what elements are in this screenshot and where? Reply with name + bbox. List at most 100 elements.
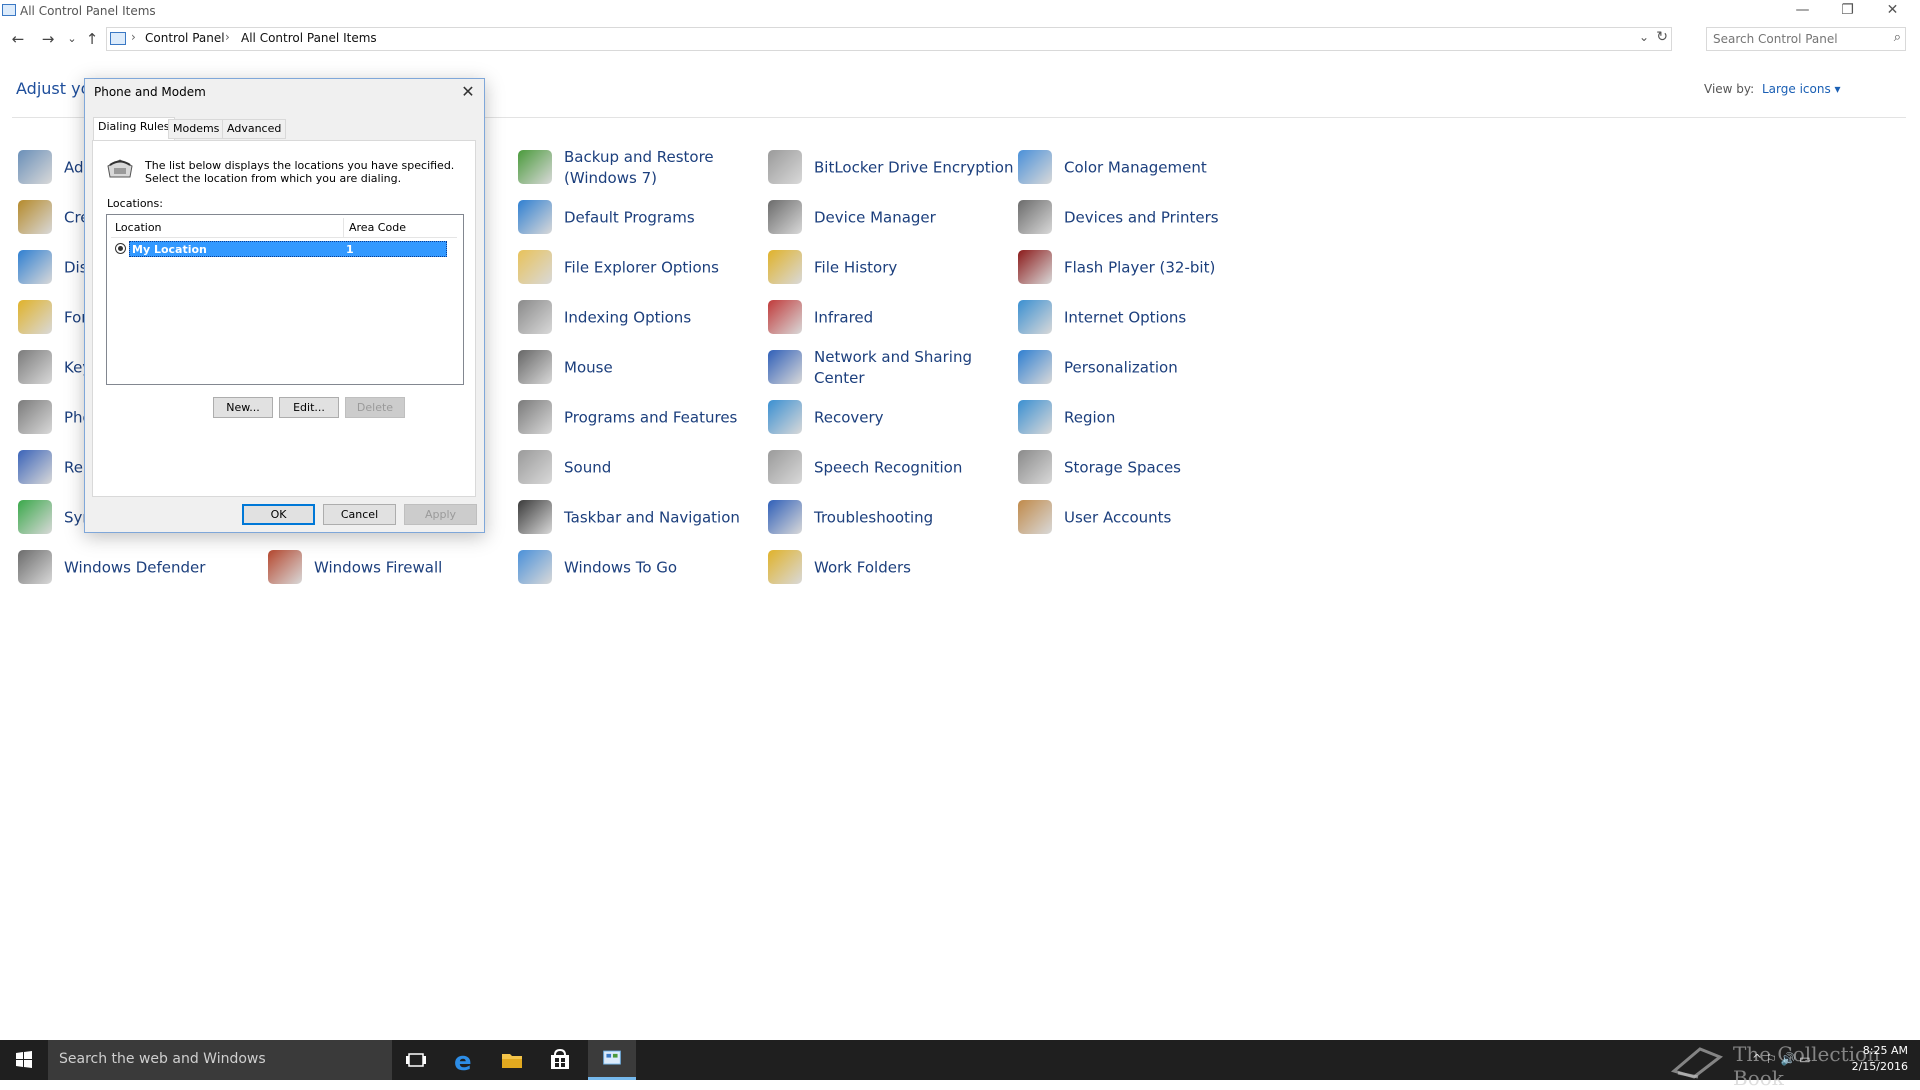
user-accounts-icon — [1018, 500, 1052, 534]
store-icon[interactable] — [536, 1040, 584, 1080]
item-windows-to-go[interactable]: Windows To Go — [518, 545, 763, 591]
item-user-accounts[interactable]: User Accounts — [1018, 495, 1263, 541]
item-label: Flash Player (32-bit) — [1064, 258, 1216, 277]
item-troubleshooting[interactable]: Troubleshooting — [768, 495, 1013, 541]
item-windows-firewall[interactable]: Windows Firewall — [268, 545, 513, 591]
recovery-icon — [768, 400, 802, 434]
restore-button[interactable]: ❐ — [1825, 0, 1870, 22]
svg-text:e: e — [454, 1047, 472, 1077]
item-windows-defender[interactable]: Windows Defender — [18, 545, 263, 591]
taskbar-search-box[interactable]: Search the web and Windows — [48, 1040, 392, 1080]
item-speech-recognition[interactable]: Speech Recognition — [768, 445, 1013, 491]
tab-modems[interactable]: Modems — [168, 119, 225, 139]
item-label: Device Manager — [814, 208, 936, 227]
close-button[interactable]: ✕ — [1870, 0, 1915, 22]
address-dropdown-icon[interactable]: ⌄ — [1639, 30, 1649, 44]
pho-icon — [18, 400, 52, 434]
edit-location-button[interactable]: Edit... — [279, 397, 339, 418]
item-label: Indexing Options — [564, 308, 692, 327]
recent-locations-button[interactable]: ⌄ — [62, 29, 82, 49]
up-button[interactable]: ↑ — [82, 29, 102, 49]
item-recovery[interactable]: Recovery — [768, 395, 1013, 441]
edge-browser-icon[interactable]: e — [440, 1040, 488, 1080]
breadcrumb-separator: › — [225, 30, 230, 44]
column-area-code[interactable]: Area Code — [349, 221, 406, 234]
breadcrumb-all-items[interactable]: All Control Panel Items — [241, 31, 377, 45]
item-label: Windows Firewall — [314, 558, 443, 577]
item-infrared[interactable]: Infrared — [768, 295, 1013, 341]
search-input[interactable] — [1707, 28, 1877, 50]
address-row: ← → ⌄ ↑ › Control Panel › All Control Pa… — [0, 26, 1920, 52]
view-by-label: View by: — [1704, 82, 1755, 96]
item-programs-and-features[interactable]: Programs and Features — [518, 395, 763, 441]
item-devices-and-printers[interactable]: Devices and Printers — [1018, 195, 1263, 241]
cancel-button[interactable]: Cancel — [323, 504, 396, 525]
item-internet-options[interactable]: Internet Options — [1018, 295, 1263, 341]
item-taskbar-and-navigation[interactable]: Taskbar and Navigation — [518, 495, 763, 541]
item-file-explorer-options[interactable]: File Explorer Options — [518, 245, 763, 291]
mouse-icon — [518, 350, 552, 384]
new-location-button[interactable]: New... — [213, 397, 273, 418]
location-row[interactable]: My Location 1 — [111, 241, 447, 257]
breadcrumb-control-panel[interactable]: Control Panel — [145, 31, 225, 45]
file-explorer-icon[interactable] — [488, 1040, 536, 1080]
minimize-button[interactable]: — — [1780, 0, 1825, 22]
clock-date: 2/15/2016 — [1851, 1060, 1908, 1073]
item-work-folders[interactable]: Work Folders — [768, 545, 1013, 591]
column-separator[interactable] — [343, 218, 344, 238]
item-flash-player-32-bit[interactable]: Flash Player (32-bit) — [1018, 245, 1263, 291]
item-label: Color Management — [1064, 158, 1207, 177]
system-tray-icons[interactable]: ^ ⚐ 🔊 ▭ — [1752, 1052, 1811, 1066]
syr-icon — [18, 500, 52, 534]
item-backup-and-restore-windows-7[interactable]: Backup and Restore (Windows 7) — [518, 145, 763, 191]
infrared-icon — [768, 300, 802, 334]
item-label: Programs and Features — [564, 408, 738, 427]
region-icon — [1018, 400, 1052, 434]
item-sound[interactable]: Sound — [518, 445, 763, 491]
search-box[interactable]: ⌕ — [1706, 27, 1906, 51]
window-title: All Control Panel Items — [20, 4, 156, 18]
tab-advanced[interactable]: Advanced — [222, 119, 287, 139]
indexing-options-icon — [518, 300, 552, 334]
personalization-icon — [1018, 350, 1052, 384]
refresh-icon[interactable]: ↻ — [1656, 29, 1668, 45]
tab-dialing-rules[interactable]: Dialing Rules — [93, 117, 175, 141]
item-indexing-options[interactable]: Indexing Options — [518, 295, 763, 341]
taskbar-clock[interactable]: 8:25 AM 2/15/2016 — [1848, 1043, 1908, 1075]
apply-button[interactable]: Apply — [404, 504, 477, 525]
item-personalization[interactable]: Personalization — [1018, 345, 1263, 391]
speech-recognition-icon — [768, 450, 802, 484]
delete-location-button[interactable]: Delete — [345, 397, 405, 418]
item-network-and-sharing-center[interactable]: Network and Sharing Center — [768, 345, 1013, 391]
control-panel-taskbar-icon[interactable] — [588, 1040, 636, 1080]
window-titlebar: All Control Panel Items — ❐ ✕ — [0, 0, 1920, 24]
item-label: User Accounts — [1064, 508, 1172, 527]
locations-list[interactable]: Location Area Code My Location 1 — [106, 214, 464, 385]
item-storage-spaces[interactable]: Storage Spaces — [1018, 445, 1263, 491]
item-default-programs[interactable]: Default Programs — [518, 195, 763, 241]
phone-and-modem-dialog: Phone and Modem ✕ Dialing Rules Modems A… — [84, 78, 485, 533]
task-view-icon[interactable] — [392, 1040, 440, 1080]
view-by-dropdown[interactable]: Large icons ▾ — [1762, 82, 1841, 96]
for-icon — [18, 300, 52, 334]
item-device-manager[interactable]: Device Manager — [768, 195, 1013, 241]
address-bar[interactable]: › Control Panel › All Control Panel Item… — [106, 27, 1672, 51]
windows-start-icon[interactable] — [0, 1040, 48, 1080]
item-label: File Explorer Options — [564, 258, 719, 277]
item-region[interactable]: Region — [1018, 395, 1263, 441]
phone-icon — [107, 159, 133, 178]
search-icon[interactable]: ⌕ — [1894, 30, 1901, 45]
item-mouse[interactable]: Mouse — [518, 345, 763, 391]
ok-button[interactable]: OK — [242, 504, 315, 525]
item-file-history[interactable]: File History — [768, 245, 1013, 291]
location-selected-radio[interactable] — [115, 243, 126, 254]
column-location[interactable]: Location — [115, 221, 162, 234]
back-button[interactable]: ← — [8, 29, 28, 49]
dialing-rules-panel: The list below displays the locations yo… — [92, 140, 476, 497]
dialog-close-button[interactable]: ✕ — [456, 80, 480, 104]
item-bitlocker-drive-encryption[interactable]: BitLocker Drive Encryption — [768, 145, 1013, 191]
dialing-rules-description: The list below displays the locations yo… — [145, 159, 455, 185]
item-color-management[interactable]: Color Management — [1018, 145, 1263, 191]
item-label: Mouse — [564, 358, 613, 377]
forward-button[interactable]: → — [38, 29, 58, 49]
